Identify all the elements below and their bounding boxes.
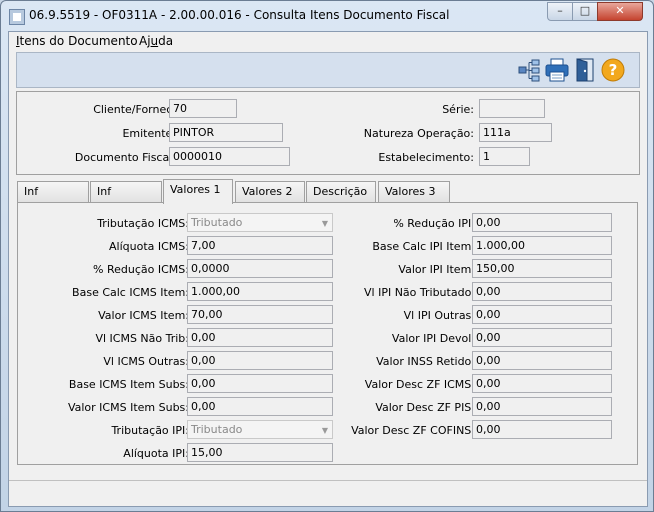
- application-window: 06.9.5519 - OF0311A - 2.00.00.016 - Cons…: [0, 0, 654, 512]
- reducao-icms-field[interactable]: 0,0000: [187, 259, 333, 278]
- vl-ipi-nao-tributado-label: Vl IPI Não Tributado:: [364, 286, 475, 299]
- vl-icms-nao-trib-label: Vl ICMS Não Trib:: [95, 332, 189, 345]
- base-icms-item-subs-label: Base ICMS Item Subs:: [68, 378, 189, 391]
- valor-desc-zf-icms-field[interactable]: 0,00: [472, 374, 612, 393]
- tributacao-ipi-value: Tributado: [191, 423, 243, 436]
- vl-ipi-nao-tributado-field[interactable]: 0,00: [472, 282, 612, 301]
- valor-desc-zf-icms-label: Valor Desc ZF ICMS:: [364, 378, 475, 391]
- aliquota-ipi-label: Alíquota IPI:: [123, 447, 189, 460]
- tab-valores-1[interactable]: Valores 1: [163, 179, 233, 204]
- print-icon[interactable]: [545, 58, 569, 82]
- cliente-fornec-field[interactable]: 70: [169, 99, 237, 118]
- valor-inss-retido-label: Valor INSS Retido:: [376, 355, 475, 368]
- chevron-down-icon: ▼: [321, 426, 328, 435]
- valores-1-panel: Tributação ICMS: Tributado ▼ Alíquota ICM…: [17, 202, 638, 465]
- chevron-down-icon: ▼: [321, 219, 328, 228]
- vl-icms-outras-label: Vl ICMS Outras:: [103, 355, 189, 368]
- tab-valores-3[interactable]: Valores 3: [378, 181, 450, 202]
- valor-desc-zf-cofins-field[interactable]: 0,00: [472, 420, 612, 439]
- documento-fiscal-label: Documento Fiscal:: [74, 151, 176, 164]
- maximize-button[interactable]: □: [572, 2, 598, 21]
- help-icon[interactable]: ?: [601, 58, 625, 82]
- menu-label-rest: tens do Documento: [19, 34, 138, 48]
- window-title: 06.9.5519 - OF0311A - 2.00.00.016 - Cons…: [29, 8, 450, 22]
- serie-field[interactable]: [479, 99, 545, 118]
- menu-mnemonic: u: [150, 34, 159, 48]
- vl-icms-nao-trib-field[interactable]: 0,00: [187, 328, 333, 347]
- menu-ajuda[interactable]: Ajuda: [139, 34, 173, 48]
- natureza-operacao-label: Natureza Operação:: [363, 127, 474, 140]
- reducao-icms-label: % Redução ICMS:: [93, 263, 189, 276]
- menu-label-rest: da: [158, 34, 174, 48]
- valor-ipi-devol-label: Valor IPI Devol:: [391, 332, 475, 345]
- tab-inf-gerais1[interactable]: Inf Gerais1: [17, 181, 89, 218]
- tributacao-icms-value: Tributado: [191, 216, 243, 229]
- aliquota-icms-label: Alíquota ICMS:: [109, 240, 189, 253]
- natureza-operacao-field[interactable]: 111a: [479, 123, 552, 142]
- vl-icms-outras-field[interactable]: 0,00: [187, 351, 333, 370]
- serie-label: Série:: [442, 103, 474, 116]
- base-calc-icms-item-field[interactable]: 1.000,00: [187, 282, 333, 301]
- valor-desc-zf-cofins-label: Valor Desc ZF COFINS:: [351, 424, 475, 437]
- emitente-field[interactable]: PINTOR: [169, 123, 283, 142]
- estabelecimento-field[interactable]: 1: [479, 147, 530, 166]
- tributacao-ipi-select[interactable]: Tributado ▼: [187, 420, 333, 439]
- tab-descricao[interactable]: Descrição: [306, 181, 376, 202]
- menu-itens-do-documento[interactable]: Itens do Documento: [16, 34, 138, 48]
- exit-door-icon[interactable]: [573, 58, 597, 82]
- menu-bar: Itens do Documento Ajuda: [9, 32, 647, 50]
- valor-ipi-item-field[interactable]: 150,00: [472, 259, 612, 278]
- aliquota-ipi-field[interactable]: 15,00: [187, 443, 333, 462]
- base-calc-icms-item-label: Base Calc ICMS Item:: [72, 286, 189, 299]
- tab-inf-gerais2[interactable]: Inf Gerais2: [90, 181, 162, 218]
- app-icon: [9, 9, 25, 25]
- status-bar: [9, 480, 647, 505]
- tributacao-icms-select[interactable]: Tributado ▼: [187, 213, 333, 232]
- valor-icms-item-subs-label: Valor ICMS Item Subs:: [67, 401, 189, 414]
- client-area: Itens do Documento Ajuda ? Cliente/Forne…: [8, 31, 648, 507]
- cliente-fornec-label: Cliente/Fornec:: [93, 103, 176, 116]
- documento-fiscal-field[interactable]: 0000010: [169, 147, 290, 166]
- valor-icms-item-subs-field[interactable]: 0,00: [187, 397, 333, 416]
- base-calc-ipi-item-label: Base Calc IPI Item:: [372, 240, 475, 253]
- reducao-ipi-label: % Redução IPI:: [393, 217, 475, 230]
- close-button[interactable]: ✕: [597, 2, 643, 21]
- valor-ipi-devol-field[interactable]: 0,00: [472, 328, 612, 347]
- tab-valores-2[interactable]: Valores 2: [235, 181, 305, 202]
- svg-text:?: ?: [609, 61, 618, 79]
- title-bar: 06.9.5519 - OF0311A - 2.00.00.016 - Cons…: [1, 1, 653, 31]
- minimize-button[interactable]: –: [547, 2, 573, 21]
- base-icms-item-subs-field[interactable]: 0,00: [187, 374, 333, 393]
- base-calc-ipi-item-field[interactable]: 1.000,00: [472, 236, 612, 255]
- tributacao-ipi-label: Tributação IPI:: [111, 424, 189, 437]
- toolbar: ?: [16, 52, 640, 88]
- estabelecimento-label: Estabelecimento:: [378, 151, 474, 164]
- valor-icms-item-label: Valor ICMS Item:: [98, 309, 189, 322]
- valor-ipi-item-label: Valor IPI Item:: [398, 263, 475, 276]
- menu-label-prefix: Aj: [139, 34, 151, 48]
- reducao-ipi-field[interactable]: 0,00: [472, 213, 612, 232]
- emitente-label: Emitente:: [122, 127, 176, 140]
- aliquota-icms-field[interactable]: 7,00: [187, 236, 333, 255]
- valor-inss-retido-field[interactable]: 0,00: [472, 351, 612, 370]
- vl-ipi-outras-label: Vl IPI Outras:: [403, 309, 475, 322]
- document-header-group: Cliente/Fornec: 70 Emitente: PINTOR Docu…: [16, 91, 640, 175]
- tree-icon[interactable]: [517, 58, 541, 82]
- vl-ipi-outras-field[interactable]: 0,00: [472, 305, 612, 324]
- valor-desc-zf-pis-label: Valor Desc ZF PIS:: [375, 401, 475, 414]
- valor-icms-item-field[interactable]: 70,00: [187, 305, 333, 324]
- tab-strip: Inf Gerais1 Inf Gerais2 Valores 1 Valore…: [17, 179, 637, 218]
- valor-desc-zf-pis-field[interactable]: 0,00: [472, 397, 612, 416]
- tributacao-icms-label: Tributação ICMS:: [97, 217, 189, 230]
